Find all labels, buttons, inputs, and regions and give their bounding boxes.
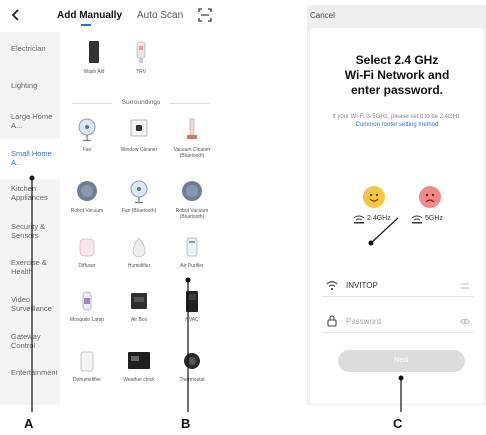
title-line: Select 2.4 GHz	[355, 53, 439, 67]
wifi-small-icon	[411, 215, 423, 224]
device-air-box[interactable]: Air Box	[114, 290, 164, 335]
dehumidifier-icon	[80, 351, 94, 372]
add-device-screen: Add Manually Auto Scan Electrician Light…	[0, 0, 222, 405]
device-label: TRV	[136, 69, 146, 75]
air-purifier-icon	[186, 237, 198, 257]
callout-label-c: C	[393, 416, 403, 431]
trv-icon	[136, 41, 146, 63]
eye-icon[interactable]	[460, 318, 470, 325]
sidebar-item-kitchen-appliances[interactable]: Kitchen Appliances	[11, 184, 59, 202]
device-air-purifier[interactable]: Air Purifier	[167, 236, 217, 276]
device-label: Air Purifier	[180, 263, 204, 269]
device-thermostat[interactable]: Thermostat	[167, 350, 217, 395]
device-vacuum-cleaner-bluetooth[interactable]: Vacuum Cleaner (Bluetooth)	[167, 118, 217, 168]
password-field[interactable]: Password	[322, 311, 474, 333]
device-robot-vacuum-bluetooth[interactable]: Robot Vacuum (Bluetooth)	[167, 180, 217, 230]
wifi-name-value: INVITOP	[346, 281, 378, 290]
device-wash-aid[interactable]: Wash Aid	[69, 40, 119, 80]
humidifier-icon	[132, 237, 146, 258]
hint-text: If your Wi-Fi is 5GHz, please set it to …	[332, 114, 462, 120]
device-label: Fan (Bluetooth)	[121, 208, 157, 214]
next-button[interactable]: Next	[338, 350, 465, 372]
device-label: Weather clock	[123, 377, 155, 383]
router-setting-link[interactable]: Common router setting method	[356, 122, 439, 128]
section-divider	[170, 103, 210, 104]
sidebar-item-exercise-health[interactable]: Exercise & Health	[11, 258, 59, 276]
device-fan[interactable]: Fan	[62, 118, 112, 168]
fan-icon	[78, 118, 96, 142]
device-fan-bluetooth[interactable]: Fan (Bluetooth)	[114, 180, 164, 230]
device-hvac[interactable]: HVAC	[167, 290, 217, 335]
category-sidebar: Electrician Lighting Large Home A... Sma…	[0, 32, 60, 405]
cancel-button[interactable]: Cancel	[310, 11, 335, 20]
sidebar-item-security-sensors[interactable]: Security & Sensors	[11, 222, 59, 240]
device-label: Mosquito Lamp	[69, 317, 105, 323]
sidebar-item-large-home-appliances[interactable]: Large Home A...	[11, 112, 59, 130]
back-arrow-icon[interactable]	[8, 7, 24, 23]
window-cleaner-icon	[130, 119, 148, 137]
sad-face-icon	[419, 186, 441, 208]
device-label: Fan	[82, 147, 92, 153]
top-bar: Add Manually Auto Scan	[0, 0, 222, 32]
page-title: Select 2.4 GHz Wi-Fi Network and enter p…	[310, 53, 484, 98]
frequency-hint: If your Wi-Fi is 5GHz, please set it to …	[320, 113, 474, 129]
device-weather-clock[interactable]: Weather clock	[114, 350, 164, 395]
sidebar-item-gateway-control[interactable]: Gateway Control	[11, 332, 59, 350]
weather-clock-icon	[128, 352, 150, 369]
device-label: Wash Aid	[83, 69, 105, 75]
device-label: Air Box	[130, 317, 148, 323]
device-mosquito-lamp[interactable]: Mosquito Lamp	[62, 290, 112, 335]
device-dehumidifier[interactable]: Dehumidifier	[62, 350, 112, 395]
hvac-icon	[186, 291, 198, 312]
wifi-icon	[326, 281, 338, 291]
active-tab-indicator	[81, 24, 91, 26]
device-window-cleaner[interactable]: Window Cleaner	[114, 118, 164, 168]
mosquito-lamp-icon	[82, 291, 92, 311]
air-box-icon	[131, 293, 147, 309]
wifi-name-field[interactable]: INVITOP	[322, 275, 474, 297]
device-label: Robot Vacuum	[70, 208, 104, 214]
wash-aid-icon	[89, 41, 99, 63]
wifi-setup-screen: Cancel Select 2.4 GHz Wi-Fi Network and …	[307, 5, 486, 405]
device-label: Window Cleaner	[120, 147, 158, 153]
device-label: HVAC	[185, 317, 199, 323]
switch-network-icon[interactable]	[460, 282, 470, 290]
sidebar-item-lighting[interactable]: Lighting	[11, 81, 59, 90]
device-diffuser[interactable]: Diffuser	[62, 236, 112, 276]
happy-face-icon	[363, 186, 385, 208]
sidebar-item-video-surveillance[interactable]: Video Surveillance	[11, 295, 59, 313]
device-label: Humidifier	[127, 263, 151, 269]
robot-vacuum-icon	[77, 181, 97, 201]
thermostat-icon	[184, 353, 200, 369]
callout-label-a: A	[24, 416, 34, 431]
device-label: Thermostat	[179, 377, 205, 383]
sidebar-item-entertainment[interactable]: Entertainment	[11, 368, 59, 377]
device-robot-vacuum[interactable]: Robot Vacuum	[62, 180, 112, 230]
title-line: Wi-Fi Network and	[344, 68, 450, 82]
diffuser-icon	[79, 238, 95, 257]
freq-5ghz-label: 5GHz	[425, 215, 443, 222]
tab-auto-scan[interactable]: Auto Scan	[137, 10, 183, 21]
device-label: Robot Vacuum (Bluetooth)	[175, 208, 209, 220]
wifi-card: Select 2.4 GHz Wi-Fi Network and enter p…	[310, 28, 484, 404]
title-line: enter password.	[350, 83, 444, 97]
robot-vacuum-icon	[182, 181, 202, 201]
scan-icon[interactable]	[198, 8, 212, 22]
sidebar-item-small-home-appliances[interactable]: Small Home A...	[11, 149, 59, 167]
lock-icon	[327, 315, 337, 327]
callout-label-b: B	[181, 416, 191, 431]
device-humidifier[interactable]: Humidifier	[114, 236, 164, 276]
device-trv[interactable]: TRV	[116, 40, 166, 80]
sidebar-item-electrician[interactable]: Electrician	[11, 44, 59, 53]
tab-add-manually[interactable]: Add Manually	[57, 10, 122, 21]
device-label: Dehumidifier	[72, 377, 102, 383]
password-placeholder: Password	[346, 317, 382, 326]
vacuum-cleaner-icon	[187, 118, 197, 139]
freq-2-4ghz-label: 2.4GHz	[367, 215, 391, 222]
device-label: Vacuum Cleaner (Bluetooth)	[173, 147, 211, 159]
wifi-small-icon	[353, 215, 365, 224]
device-label: Diffuser	[78, 263, 96, 269]
fan-icon	[130, 180, 148, 204]
